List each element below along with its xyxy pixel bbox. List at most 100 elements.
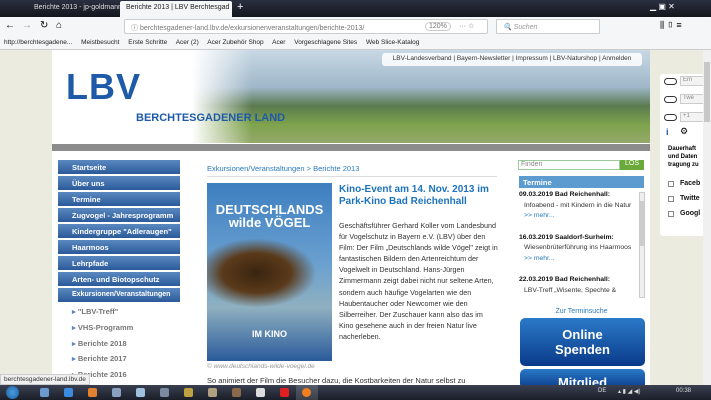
checkbox[interactable] xyxy=(668,211,674,217)
app-icon[interactable] xyxy=(280,388,289,397)
nav-startseite[interactable]: Startseite xyxy=(58,160,180,175)
article-headline: Kino-Event am 14. Nov. 2013 im Park-Kino… xyxy=(339,184,489,207)
nav-artenschutz[interactable]: Arten- und Biotopschutz xyxy=(58,272,180,287)
app-icon[interactable] xyxy=(256,388,265,397)
nav-exkursionen[interactable]: Exkursionen/Veranstaltungen xyxy=(58,288,180,303)
checkbox[interactable] xyxy=(668,181,674,187)
subnav-berichte-2018[interactable]: Berichte 2018 xyxy=(72,339,127,348)
divider xyxy=(207,176,497,177)
tab-lbv[interactable]: Berichte 2013 | LBV Berchtesgad xyxy=(120,1,232,17)
divider xyxy=(52,144,650,151)
scroll-thumb[interactable] xyxy=(640,201,644,246)
event-text: Wiesenbrüterführung ins Haarmoos >> mehr… xyxy=(519,243,637,264)
nav-ueber-uns[interactable]: Über uns xyxy=(58,176,180,191)
home-button[interactable]: ⌂ xyxy=(56,20,62,31)
page-actions-icon[interactable]: ··· ☆ xyxy=(459,22,474,30)
toggle-switch[interactable] xyxy=(664,114,677,121)
event-desc: Infoabend - mit Kindern in die Natur xyxy=(524,201,632,209)
firefox-taskbar-button[interactable] xyxy=(296,385,318,400)
reload-button[interactable]: ↻ xyxy=(40,20,48,31)
event-desc: LBV-Treff „Wisente, Spechte & xyxy=(524,286,617,294)
subnav-berichte-2017[interactable]: Berichte 2017 xyxy=(72,354,127,363)
url-bar[interactable]: ⓘ berchtesgadener-land.lbv.de/exkursione… xyxy=(124,19,488,34)
nav-kindergruppe[interactable]: Kindergruppe "Adleraugen" xyxy=(58,224,180,239)
social-share-panel: Em Twe +1 i ⚙ Dauerhaft und Daten tragun… xyxy=(660,74,705,236)
url-text: berchtesgadener-land.lbv.de/exkursionenv… xyxy=(139,25,365,32)
bookmark[interactable]: Acer xyxy=(272,39,285,46)
online-spenden-button[interactable]: Online Spenden xyxy=(520,318,645,366)
article-continued: So animiert der Film die Besucher dazu, … xyxy=(207,376,466,385)
more-link[interactable]: >> mehr... xyxy=(524,255,555,262)
window-controls[interactable]: ▁ ▣ ✕ xyxy=(650,2,675,11)
start-button[interactable] xyxy=(6,386,19,399)
page: LBV BERCHTESGADENER LAND LBV-Landesverba… xyxy=(52,50,650,390)
site-search-button[interactable]: LOS xyxy=(620,160,644,170)
app-icon[interactable] xyxy=(136,388,145,397)
app-icon[interactable] xyxy=(232,388,241,397)
bookmark[interactable]: Vorgeschlagene Sites xyxy=(294,39,357,46)
film-poster: DEUTSCHLANDS wilde VÖGEL IM KINO xyxy=(207,183,332,361)
nav-zugvogel[interactable]: Zugvogel - Jahresprogramm xyxy=(58,208,180,223)
twitter-button[interactable]: Twe xyxy=(680,94,705,104)
new-tab-button[interactable]: + xyxy=(237,1,243,13)
forward-button[interactable]: → xyxy=(22,20,32,31)
bookmark[interactable]: http://berchtesgadene... xyxy=(4,39,72,46)
bookmark[interactable]: Erste Schritte xyxy=(128,39,167,46)
app-icon[interactable] xyxy=(184,388,193,397)
checkbox-label: Faceb xyxy=(680,180,701,187)
taskbar: DE ▴ ▮ ◢ ◀) 00:38 xyxy=(0,385,711,400)
logo[interactable]: LBV xyxy=(66,66,141,108)
back-button[interactable]: ← xyxy=(5,20,15,31)
eagle-image xyxy=(207,238,317,308)
termine-list: 09.03.2019 Bad Reichenhall: Infoabend - … xyxy=(519,190,637,304)
page-scrollbar[interactable] xyxy=(703,50,711,385)
library-icon[interactable]: ⫼ ▯ ≡ xyxy=(660,20,682,31)
zoom-level[interactable]: 120% xyxy=(425,22,451,31)
tray-icons[interactable]: ▴ ▮ ◢ ◀) xyxy=(618,388,641,395)
tab-label: Berichte 2013 | LBV Berchtesgad xyxy=(126,4,230,11)
nav-lehrpfade[interactable]: Lehrpfade xyxy=(58,256,180,271)
logo-subtitle: BERCHTESGADENER LAND xyxy=(136,112,286,124)
subnav-vhs[interactable]: VHS-Programm xyxy=(72,323,133,332)
gear-icon[interactable]: ⚙ xyxy=(680,126,688,137)
tab-bar: Berichte 2013 - jp-goldmanns Berichte 20… xyxy=(0,0,711,17)
site-search-input[interactable]: Finden xyxy=(518,160,620,170)
event-date: 22.03.2019 Bad Reichenhall: xyxy=(519,276,611,283)
ie-icon[interactable] xyxy=(64,388,73,397)
checkbox[interactable] xyxy=(668,196,674,202)
app-icon[interactable] xyxy=(160,388,169,397)
bookmark[interactable]: Acer Zubehör Shop xyxy=(207,39,263,46)
top-links[interactable]: LBV-Landesverband | Bayern-Newsletter | … xyxy=(382,53,642,66)
toggle-switch[interactable] xyxy=(664,96,677,103)
more-link[interactable]: >> mehr... xyxy=(524,212,555,219)
firefox-icon xyxy=(302,388,311,397)
toggle-switch[interactable] xyxy=(664,78,677,85)
image-caption: © www.deutschlands-wilde-voegel.de xyxy=(207,363,315,370)
media-icon[interactable] xyxy=(88,388,97,397)
search-placeholder: Suchen xyxy=(513,24,538,31)
termine-scrollbar[interactable] xyxy=(639,192,645,298)
bookmark[interactable]: Meistbesucht xyxy=(81,39,119,46)
info-text: Dauerhaft und Daten tragung zu xyxy=(668,146,699,168)
breadcrumb[interactable]: Exkursionen/Veranstaltungen > Berichte 2… xyxy=(207,164,359,173)
event-text: LBV-Treff „Wisente, Spechte & xyxy=(519,286,637,297)
checkbox-label: Googl xyxy=(680,210,701,217)
explorer-icon[interactable] xyxy=(40,388,49,397)
bookmark[interactable]: Web Slice-Katalog xyxy=(366,39,419,46)
language-indicator[interactable]: DE xyxy=(598,388,606,394)
subnav-lbv-treff[interactable]: "LBV-Treff" xyxy=(72,307,118,316)
poster-kino: IM KINO xyxy=(252,329,287,339)
bookmark[interactable]: Acer (2) xyxy=(176,39,199,46)
search-input[interactable]: 🔍 Suchen xyxy=(496,19,600,34)
facebook-button[interactable]: Em xyxy=(680,76,705,86)
scroll-thumb[interactable] xyxy=(704,62,710,122)
app-icon[interactable] xyxy=(208,388,217,397)
clock[interactable]: 00:38 xyxy=(676,388,691,394)
app-icon[interactable] xyxy=(112,388,121,397)
info-icon[interactable]: i xyxy=(666,127,669,137)
nav-haarmoos[interactable]: Haarmoos xyxy=(58,240,180,255)
terminsuche-link[interactable]: Zur Terminsuche xyxy=(519,308,644,315)
nav-termine[interactable]: Termine xyxy=(58,192,180,207)
status-bar: berchtesgadener-land.lbv.de xyxy=(0,374,90,385)
google-plus-button[interactable]: +1 xyxy=(680,112,705,122)
